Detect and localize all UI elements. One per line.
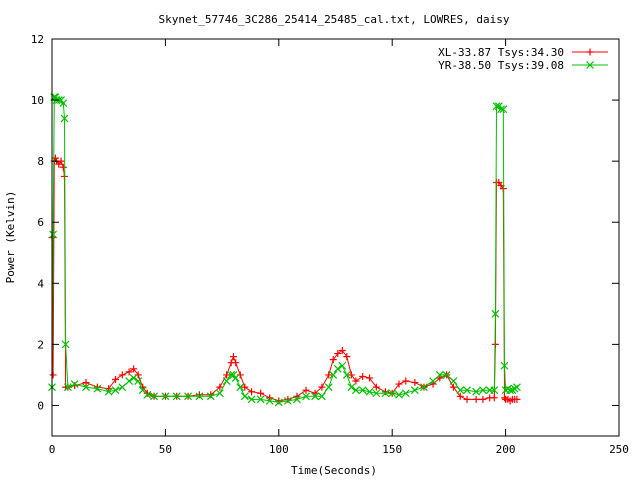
- data-point: [51, 154, 59, 162]
- y-tick-label: 8: [37, 155, 44, 168]
- data-point: [195, 391, 203, 399]
- data-point: [222, 377, 231, 385]
- y-tick-label: 12: [31, 33, 44, 46]
- data-point: [402, 377, 410, 385]
- legend-label: XL-33.87 Tsys:34.30: [438, 46, 564, 59]
- x-tick-label: 0: [49, 443, 56, 456]
- y-tick-label: 6: [37, 216, 44, 229]
- data-point: [395, 390, 403, 399]
- data-point: [118, 371, 126, 379]
- series-1: [48, 93, 521, 407]
- x-axis-label: Time(Seconds): [291, 464, 377, 477]
- data-point: [500, 394, 508, 402]
- y-tick-label: 10: [31, 94, 44, 107]
- data-point: [324, 383, 333, 392]
- data-point: [352, 377, 360, 385]
- data-point: [231, 374, 240, 382]
- chart: Skynet_57746_3C286_25414_25485_cal.txt, …: [4, 13, 629, 477]
- data-point: [411, 379, 419, 387]
- data-point: [490, 394, 498, 402]
- series-line: [51, 96, 518, 403]
- x-tick-label: 50: [159, 443, 172, 456]
- y-tick-label: 2: [37, 338, 44, 351]
- legend-marker: [586, 48, 594, 56]
- data-point: [59, 163, 67, 171]
- data-point: [112, 376, 120, 384]
- data-point: [134, 371, 142, 379]
- data-point: [118, 383, 127, 392]
- y-tick-label: 4: [37, 277, 44, 290]
- data-point: [395, 380, 403, 388]
- legend-entry: YR-38.50 Tsys:39.08: [438, 59, 608, 72]
- data-point: [410, 386, 419, 395]
- data-point: [49, 371, 57, 379]
- data-point: [215, 389, 224, 398]
- data-point: [449, 377, 458, 385]
- data-point: [347, 383, 356, 392]
- data-point: [463, 395, 471, 403]
- data-point: [302, 386, 310, 394]
- data-point: [129, 374, 138, 382]
- chart-title: Skynet_57746_3C286_25414_25485_cal.txt, …: [159, 13, 510, 26]
- data-point: [366, 374, 374, 382]
- data-point: [275, 397, 283, 405]
- data-point: [334, 350, 342, 358]
- data-point: [338, 346, 346, 354]
- series-0: [48, 154, 521, 405]
- data-point: [381, 388, 389, 396]
- y-tick-label: 0: [37, 399, 44, 412]
- series-line: [51, 156, 517, 402]
- legend-label: YR-38.50 Tsys:39.08: [438, 59, 564, 72]
- data-point: [365, 387, 374, 396]
- data-point: [338, 361, 347, 370]
- data-point: [359, 372, 367, 380]
- data-point: [232, 359, 240, 367]
- x-tick-label: 150: [382, 443, 402, 456]
- data-point: [236, 371, 244, 379]
- x-tick-label: 100: [269, 443, 289, 456]
- data-point: [248, 388, 256, 396]
- x-tick-label: 200: [496, 443, 516, 456]
- data-point: [125, 368, 133, 376]
- y-axis-label: Power (Kelvin): [4, 191, 17, 284]
- data-point: [125, 377, 134, 385]
- legend-entry: XL-33.87 Tsys:34.30: [438, 46, 608, 59]
- data-point: [329, 356, 337, 364]
- data-point: [240, 392, 249, 401]
- x-tick-label: 250: [609, 443, 629, 456]
- data-point: [130, 365, 138, 373]
- data-point: [479, 395, 487, 403]
- data-point: [257, 389, 265, 397]
- data-point: [472, 395, 480, 403]
- data-point: [513, 383, 521, 392]
- data-point: [111, 386, 120, 395]
- data-point: [333, 364, 342, 373]
- data-point: [401, 389, 410, 398]
- data-point: [229, 353, 237, 361]
